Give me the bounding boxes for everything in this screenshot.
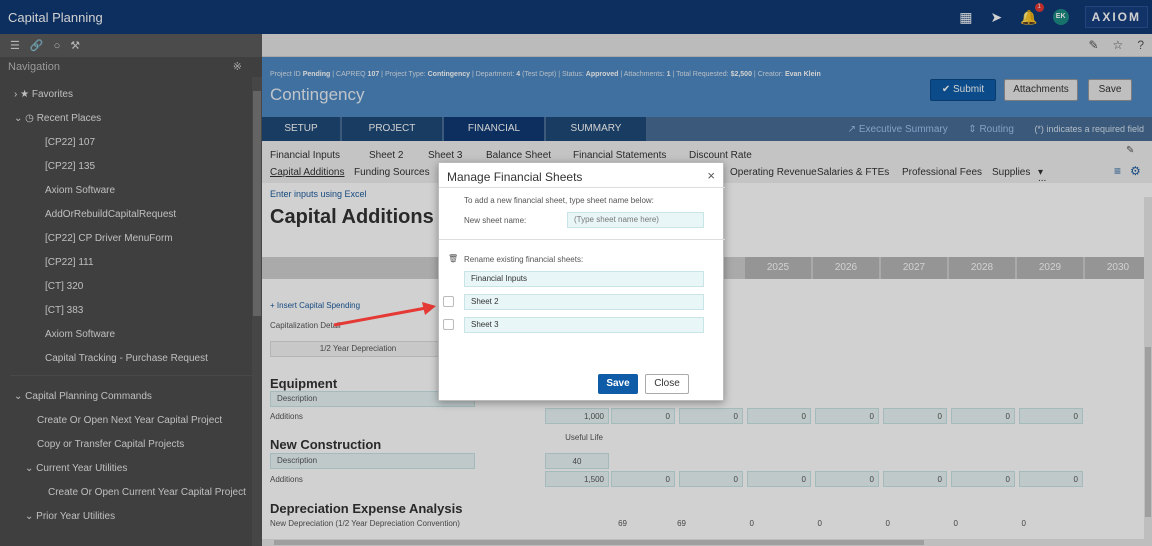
- sheet-name-field-sheet-2[interactable]: Sheet 2: [464, 294, 704, 310]
- manage-financial-sheets-dialog: Manage Financial Sheets × To add a new f…: [438, 162, 725, 401]
- dialog-divider: [439, 239, 725, 240]
- sheet-checkbox[interactable]: [443, 296, 454, 307]
- add-sheet-hint: To add a new financial sheet, type sheet…: [464, 196, 654, 205]
- sheet-checkbox[interactable]: [443, 319, 454, 330]
- new-sheet-label: New sheet name:: [464, 216, 527, 225]
- red-arrow-annotation: [333, 302, 436, 327]
- rename-sheets-label: Rename existing financial sheets:: [464, 255, 584, 264]
- sheet-name-field-financial-inputs[interactable]: Financial Inputs: [464, 271, 704, 287]
- dialog-save-button[interactable]: Save: [598, 374, 638, 394]
- dialog-title: Manage Financial Sheets: [447, 170, 583, 184]
- close-icon[interactable]: ×: [707, 168, 715, 183]
- sheet-name-field-sheet-3[interactable]: Sheet 3: [464, 317, 704, 333]
- trash-icon[interactable]: 🗑: [448, 254, 458, 263]
- new-sheet-name-input[interactable]: (Type sheet name here): [567, 212, 704, 228]
- dialog-close-button[interactable]: Close: [645, 374, 689, 394]
- dialog-divider: [439, 187, 725, 188]
